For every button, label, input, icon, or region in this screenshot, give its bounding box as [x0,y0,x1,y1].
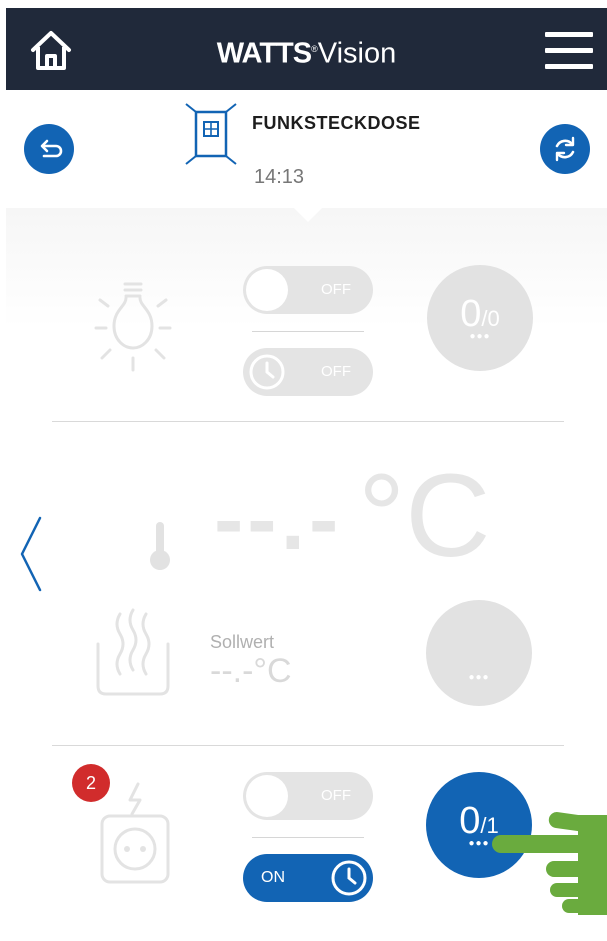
light-count-main: 0 [460,293,482,335]
brand-bold: WATTS [216,37,312,70]
notification-badge: 2 [72,764,110,802]
section-divider [52,745,564,746]
light-count-sub: /0 [481,306,500,331]
device-header [6,90,607,208]
brand-registered: ® [311,44,318,54]
socket-switch-label: OFF [321,787,351,804]
brand-light: Vision [317,37,397,70]
light-bulb-icon [94,282,172,372]
setpoint-label: Sollwert [210,632,275,652]
light-switch-toggle[interactable]: OFF [243,266,373,314]
socket-count-main: 0 [459,800,481,842]
temperature-value: --.- [214,469,343,568]
socket-switch-toggle[interactable]: OFF [243,772,373,820]
device-time: 14:13 [254,166,305,188]
toggle-knob [246,269,288,311]
menu-icon[interactable] [545,30,593,72]
top-bar: WATTS®Vision [6,8,607,90]
socket-icon [100,782,170,884]
device-title: FUNKSTECKDOSE [252,113,421,133]
refresh-icon [555,136,575,162]
light-switch-label: OFF [321,281,351,298]
section-divider [52,421,564,422]
panel-pointer [292,206,324,222]
window-device-icon [185,103,237,165]
refresh-button[interactable] [540,124,590,174]
light-controls-divider [252,331,364,332]
left-chevron-icon[interactable] [14,514,46,594]
brand-logo: WATTS®Vision [6,32,607,71]
socket-controls-divider [252,837,364,838]
clock-icon [331,860,367,896]
toggle-knob [246,775,288,817]
light-timer-label: OFF [321,363,351,380]
thermometer-icon [150,522,170,570]
temperature-settings-button[interactable]: ●●● [426,600,532,706]
pointing-hand-icon [492,812,607,915]
socket-timer-label: ON [261,869,285,886]
socket-timer-toggle[interactable]: ON [243,854,373,902]
light-counter-button[interactable]: 0/0 ●●● [427,265,533,371]
back-button[interactable] [24,124,74,174]
temperature-unit: °C [358,450,491,582]
more-dots-icon: ●●● [468,672,490,683]
setpoint-value: --.-°C [210,652,292,690]
light-timer-toggle[interactable]: OFF [243,348,373,396]
back-arrow-icon [40,139,63,158]
more-dots-icon: ●●● [469,331,491,342]
clock-icon [249,354,285,390]
heating-icon [96,608,170,696]
